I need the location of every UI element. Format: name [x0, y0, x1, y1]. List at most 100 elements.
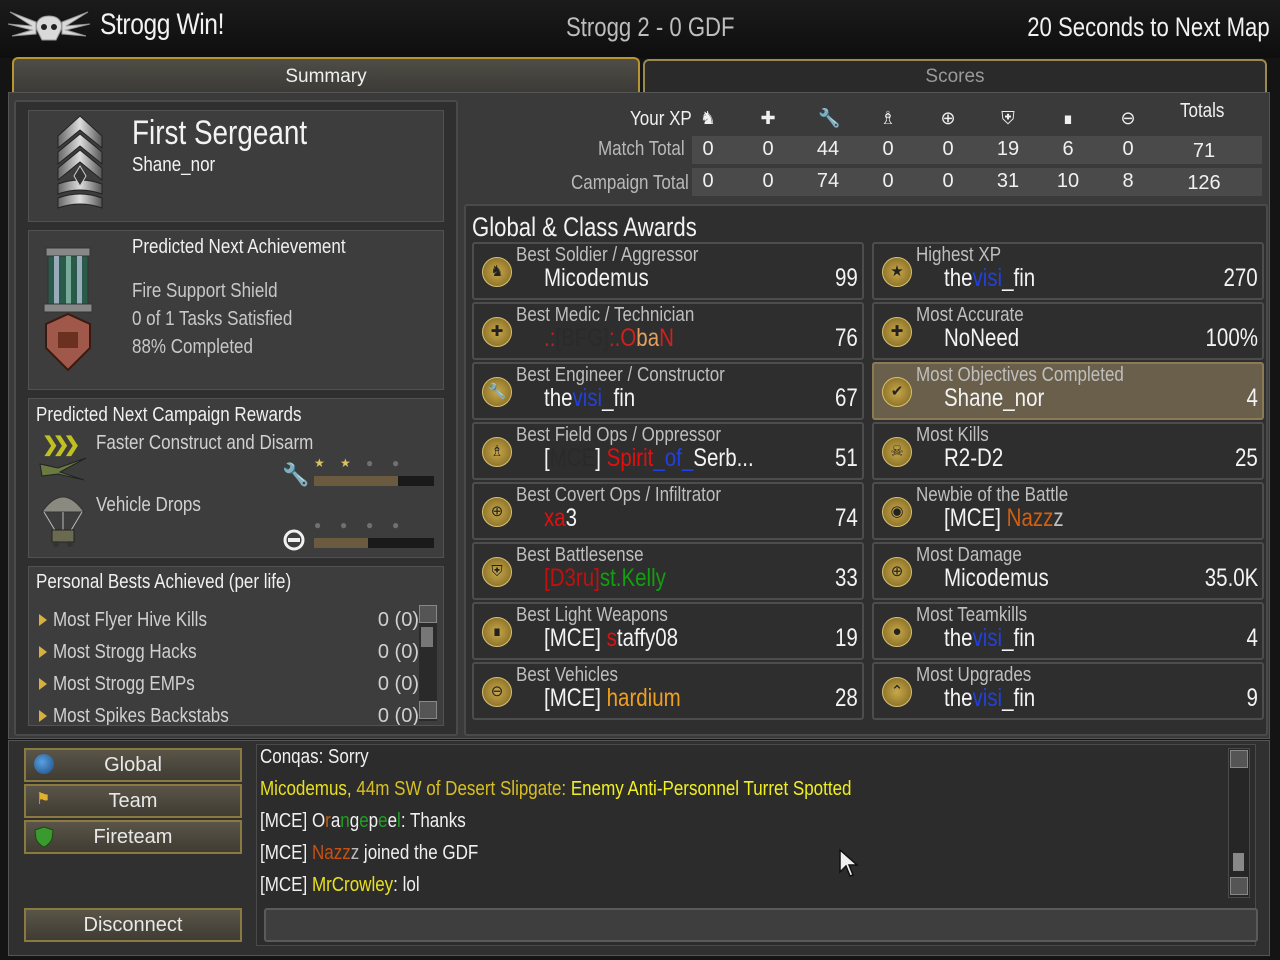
xp-cell: 0	[882, 138, 894, 160]
xp-cell: 74	[816, 170, 840, 192]
match-score: Strogg 2 - 0 GDF	[566, 12, 735, 42]
channel-global-label: Global	[104, 754, 162, 776]
tab-scores[interactable]: Scores	[643, 59, 1267, 93]
scroll-up-button[interactable]	[419, 605, 437, 623]
chat-message: Micodemus, 44m SW of Desert Slipgate: En…	[260, 778, 852, 800]
xp-total-cell: 71	[1192, 140, 1216, 162]
xp-cell: 0	[702, 170, 714, 192]
xp-cell: 44	[816, 138, 840, 160]
award-value: 9	[1246, 684, 1258, 712]
expand-arrow-icon	[39, 614, 47, 626]
campaign-rewards-heading: Predicted Next Campaign Rewards	[36, 404, 302, 426]
channel-fireteam-button[interactable]: Fireteam	[24, 820, 242, 854]
first-sergeant-rank-icon	[57, 115, 103, 209]
achievement-medal-icon	[43, 247, 93, 372]
award-player: thevisi_fin	[944, 684, 1036, 712]
award-player: [MCE] Nazzz	[944, 504, 1064, 532]
chat-message: [MCE] Nazzz joined the GDF	[260, 842, 479, 864]
soldier-icon: ♞	[699, 108, 717, 128]
award-card: ♗ Best Field Ops / Oppressor [MCE] Spirit_…	[472, 422, 864, 480]
shield-icon: ⛨	[1001, 108, 1015, 128]
award-value: 33	[835, 564, 858, 592]
parachute-icon	[41, 496, 85, 547]
expand-arrow-icon	[39, 710, 47, 722]
award-card: ⊖ Best Vehicles [MCE] hardium 28	[472, 662, 864, 720]
tab-summary-label: Summary	[285, 66, 367, 87]
xp-cell: 10	[1056, 170, 1080, 192]
tab-summary[interactable]: Summary	[12, 57, 640, 95]
disconnect-button[interactable]: Disconnect	[24, 908, 242, 942]
star-empty-icon: ●	[392, 456, 400, 470]
xp-cell: 0	[762, 170, 774, 192]
chat-message: [MCE] Orangepeel: Thanks	[260, 810, 466, 832]
list-item: Most Flyer Hive Kills 0 (0)	[39, 609, 419, 641]
award-player: NoNeed	[944, 324, 1020, 352]
scroll-up-button[interactable]	[1230, 750, 1248, 768]
personal-bests-scrollbar[interactable]	[419, 605, 437, 721]
xp-cell: 0	[702, 138, 714, 160]
award-value: 28	[835, 684, 858, 712]
award-value: 99	[835, 264, 858, 292]
award-card: ● Most Teamkills thevisi_fin 4	[872, 602, 1264, 660]
award-card: ⊕ Best Covert Ops / Infiltrator xa3 74	[472, 482, 864, 540]
wrench-icon: 🔧	[282, 462, 310, 487]
xp-cell: 0	[942, 138, 954, 160]
xp-cell: 0	[762, 138, 774, 160]
disconnect-label: Disconnect	[83, 914, 183, 936]
award-player: Micodemus	[544, 264, 649, 292]
reward-stars: ★ ★ ● ●	[314, 456, 434, 472]
wrench-icon: 🔧	[482, 377, 512, 407]
xp-cell: 19	[996, 138, 1020, 160]
gun-icon: ∎	[482, 617, 512, 647]
award-card: ✚ Most Accurate NoNeed 100%	[872, 302, 1264, 360]
award-value: 270	[1223, 264, 1258, 292]
award-card: ∎ Best Light Weapons [MCE] staffy08 19	[472, 602, 864, 660]
xp-cell: 31	[996, 170, 1020, 192]
star-filled-icon: ★	[340, 456, 351, 470]
award-value: 35.0K	[1204, 564, 1258, 592]
award-card: ★ Highest XP thevisi_fin 270	[872, 242, 1264, 300]
totals-label: Totals	[1180, 100, 1225, 122]
minus-circle-icon	[283, 529, 305, 551]
award-player: R2-D2	[944, 444, 1004, 472]
scroll-down-button[interactable]	[419, 701, 437, 719]
gun-icon: ∎	[1062, 108, 1074, 128]
scroll-thumb[interactable]	[1233, 853, 1244, 871]
list-item: Most Spikes Backstabs 0 (0)	[39, 705, 419, 725]
tab-scores-label: Scores	[925, 66, 985, 87]
xp-cell: 0	[1122, 138, 1134, 160]
award-player: xa3	[544, 504, 578, 532]
achievement-name: Fire Support Shield	[132, 280, 278, 302]
scroll-thumb[interactable]	[421, 627, 433, 647]
award-player: thevisi_fin	[544, 384, 636, 412]
channel-global-button[interactable]: Global	[24, 748, 242, 782]
award-player: Shane_nor	[944, 384, 1045, 412]
reward-vehicle-drops: Vehicle Drops	[96, 494, 201, 516]
award-card: ⊕ Most Damage Micodemus 35.0K	[872, 542, 1264, 600]
match-total-label: Match Total	[598, 138, 685, 160]
reward-faster-construct: Faster Construct and Disarm	[96, 432, 314, 454]
star-empty-icon: ●	[366, 518, 374, 532]
channel-team-button[interactable]: ⚑ Team	[24, 784, 242, 818]
award-player: .:[BFG]:.ObaN	[544, 324, 674, 352]
xp-cell: 8	[1122, 170, 1134, 192]
xp-cell: 0	[882, 170, 894, 192]
list-item: Most Strogg Hacks 0 (0)	[39, 641, 419, 673]
award-card: ♞ Best Soldier / Aggressor Micodemus 99	[472, 242, 864, 300]
medic-cross-icon: ✚	[882, 317, 912, 347]
helmet-icon: ◉	[882, 497, 912, 527]
award-value: 4	[1246, 384, 1258, 412]
star-empty-icon: ●	[366, 456, 374, 470]
scroll-down-button[interactable]	[1230, 877, 1248, 895]
chat-scrollbar[interactable]	[1228, 748, 1250, 898]
reward-stars: ● ● ● ●	[314, 518, 434, 534]
reward-progress-bar	[314, 538, 434, 548]
expand-arrow-icon	[39, 646, 47, 658]
winner-title: Strogg Win!	[100, 8, 225, 41]
award-card: ⛨ Best Battlesense [D3ru]st.Kelly 33	[472, 542, 864, 600]
star-filled-icon: ★	[314, 456, 325, 470]
chat-input[interactable]	[264, 908, 1258, 942]
shield-icon: ⛨	[482, 557, 512, 587]
personal-bests-list: Most Flyer Hive Kills 0 (0) Most Strogg H…	[39, 609, 419, 725]
expand-arrow-icon	[39, 678, 47, 690]
